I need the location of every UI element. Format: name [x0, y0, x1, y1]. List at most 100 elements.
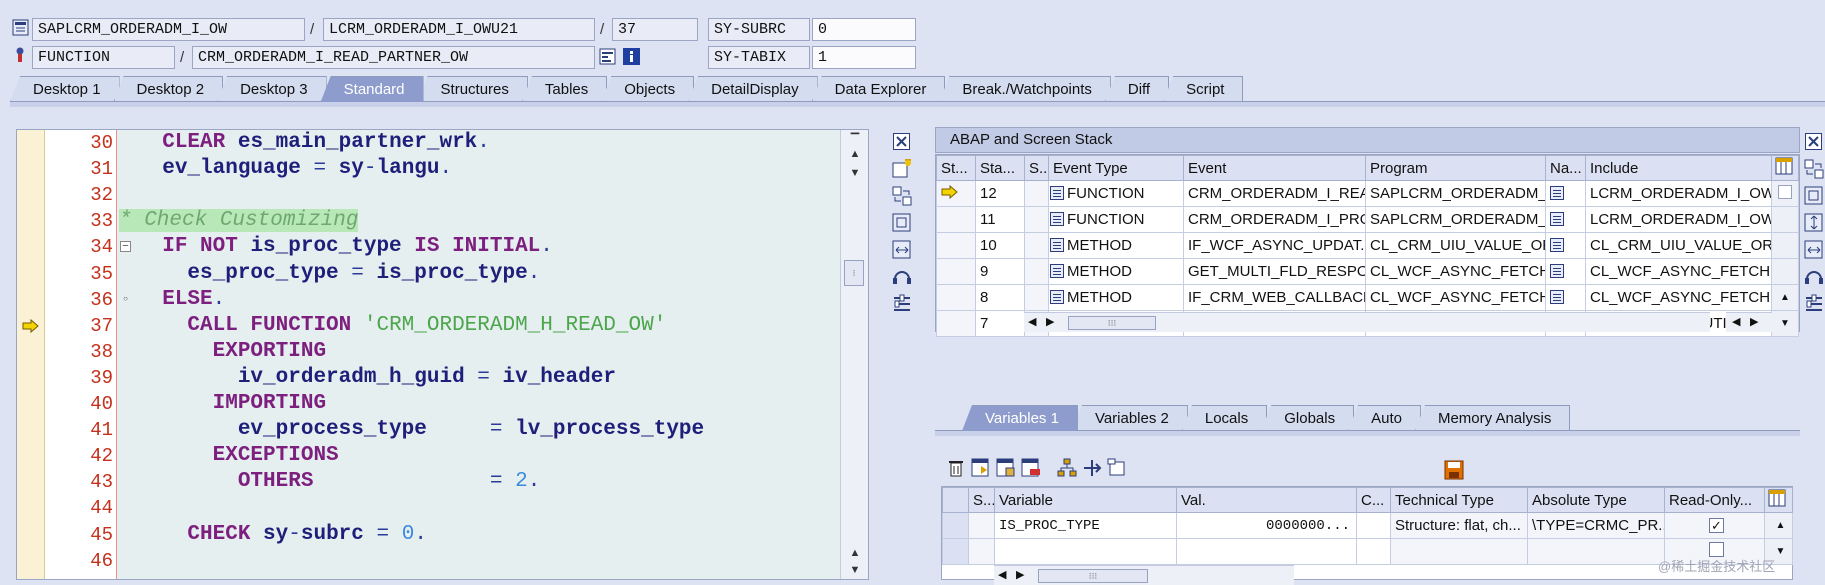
stack-table[interactable]: St... Sta... S... Event Type Event Progr…	[935, 154, 1800, 337]
table-row[interactable]: 12 FUNCTION CRM_ORDERADM_I_REA... SAPLCRM_O…	[936, 180, 1799, 207]
navigate-cell[interactable]	[1545, 206, 1586, 233]
close-icon[interactable]	[1802, 130, 1825, 154]
tab-locals[interactable]: Locals	[1181, 405, 1268, 431]
table-row[interactable]: IS_PROC_TYPE 0000000... Structure: flat,…	[942, 512, 1793, 539]
stack-level-cell[interactable]: 9	[975, 258, 1025, 285]
scroll-up-icon[interactable]: ▲	[1764, 512, 1793, 539]
column-header[interactable]: St...	[936, 155, 976, 181]
navigate-icon[interactable]	[1082, 458, 1102, 482]
stack-horizontal-scrollbar[interactable]: ◀ ▶ ⁝⁝⁝	[1024, 312, 1710, 332]
scroll-right-icon[interactable]: ▶	[1046, 315, 1054, 328]
scroll-down-icon[interactable]: ▼	[841, 165, 868, 181]
include-cell[interactable]: CL_WCF_ASYNC_FETCH...	[1585, 284, 1772, 311]
include-field[interactable]: LCRM_ORDERADM_I_OWU21	[323, 18, 595, 41]
tab-breakpoints[interactable]: Break./Watchpoints	[939, 76, 1111, 102]
resize-icon[interactable]	[1802, 238, 1825, 262]
fold-marker-icon[interactable]: ○	[120, 294, 131, 305]
maximize-icon[interactable]	[1802, 184, 1825, 208]
variable-name-cell[interactable]: IS_PROC_TYPE	[994, 512, 1177, 539]
table-row[interactable]: 11 FUNCTION CRM_ORDERADM_I_PRO... SAPLCRM_O…	[936, 206, 1799, 233]
scroll-cell[interactable]	[1771, 232, 1799, 259]
navigate-cell[interactable]	[1545, 258, 1586, 285]
navigate-icon[interactable]	[1550, 290, 1564, 304]
tab-desktop-1[interactable]: Desktop 1	[10, 76, 120, 102]
code-line[interactable]: 46	[17, 548, 840, 574]
include-cell[interactable]: LCRM_ORDERADM_I_OW...	[1585, 206, 1772, 233]
display-code-icon[interactable]	[599, 48, 617, 66]
new-tool-icon[interactable]	[890, 157, 914, 181]
scroll-cell[interactable]	[1771, 258, 1799, 285]
tab-auto[interactable]: Auto	[1348, 405, 1421, 431]
column-header[interactable]: Technical Type	[1390, 487, 1528, 513]
code-line[interactable]: −34 IF NOT is_proc_type IS INITIAL.	[17, 234, 840, 260]
settings-icon[interactable]	[890, 292, 914, 316]
scroll-thumb[interactable]: ⁝⁝⁝	[1038, 569, 1148, 583]
event-cell[interactable]: IF_CRM_WEB_CALLBACK...	[1183, 284, 1366, 311]
scroll-down-icon[interactable]: ▼	[1771, 310, 1799, 337]
scroll-left-icon[interactable]: ◀	[1028, 315, 1036, 328]
save-icon[interactable]	[1444, 460, 1464, 484]
code-line[interactable]: 45 CHECK sy-subrc = 0.	[17, 522, 840, 548]
code-line[interactable]: 42 EXCEPTIONS	[17, 443, 840, 469]
code-line[interactable]: 39 iv_orderadm_h_guid = iv_header	[17, 365, 840, 391]
event-type-field[interactable]: FUNCTION	[32, 46, 175, 69]
code-line[interactable]: 37 CALL FUNCTION 'CRM_ORDERADM_H_READ_OW…	[17, 313, 840, 339]
row-selector[interactable]	[942, 538, 969, 565]
program-cell[interactable]: CL_WCF_ASYNC_FETCH...	[1365, 258, 1546, 285]
event-type-cell[interactable]: METHOD	[1048, 284, 1184, 311]
tab-desktop-3[interactable]: Desktop 3	[217, 76, 327, 102]
variable-value-cell[interactable]	[1176, 538, 1357, 565]
source-code-editor[interactable]: 30 CLEAR es_main_partner_wrk. 31 ev_langu…	[16, 129, 869, 580]
event-cell[interactable]: GET_MULTI_FLD_RESPO...	[1183, 258, 1366, 285]
close-icon[interactable]	[890, 130, 914, 154]
scroll-up-icon[interactable]: ▲	[841, 146, 868, 162]
code-line[interactable]: 44	[17, 495, 840, 521]
import-icon[interactable]	[971, 458, 991, 482]
column-header[interactable]: Variable	[994, 487, 1177, 513]
navigate-icon[interactable]	[1550, 186, 1564, 200]
sy-subrc-value[interactable]: 0	[812, 18, 916, 41]
program-cell[interactable]: CL_CRM_UIU_VALUE_OR...	[1365, 232, 1546, 259]
editor-vertical-scrollbar[interactable]: ▔ ▲ ▼ ⁝ ▲ ▼	[840, 130, 868, 579]
delete-icon[interactable]	[946, 458, 966, 482]
scroll-right-icon[interactable]: ▶	[1750, 315, 1758, 328]
navigate-cell[interactable]	[1545, 232, 1586, 259]
event-type-cell[interactable]: FUNCTION	[1048, 180, 1184, 207]
collapse-block-icon[interactable]: −	[120, 241, 131, 253]
navigate-cell[interactable]	[1545, 180, 1586, 207]
column-header[interactable]: Program	[1365, 155, 1546, 181]
column-header[interactable]: C...	[1356, 487, 1391, 513]
tab-diff[interactable]: Diff	[1104, 76, 1170, 102]
include-cell[interactable]: CL_WCF_ASYNC_FETCH...	[1585, 258, 1772, 285]
tab-script[interactable]: Script	[1163, 76, 1244, 102]
tab-variables-1[interactable]: Variables 1	[962, 405, 1078, 431]
code-line[interactable]: ○ 36 ELSE.	[17, 287, 840, 313]
sy-tabix-value[interactable]: 1	[812, 46, 916, 69]
table-row[interactable]: 10 METHOD IF_WCF_ASYNC_UPDAT... CL_CRM_UIU_…	[936, 232, 1799, 259]
include-cell[interactable]: CL_CRM_UIU_VALUE_OR...	[1585, 232, 1772, 259]
stack-level-cell[interactable]: 11	[975, 206, 1025, 233]
column-header[interactable]: Val.	[1176, 487, 1357, 513]
variable-value-cell[interactable]: 0000000...	[1176, 512, 1357, 539]
code-line[interactable]: 30 CLEAR es_main_partner_wrk.	[17, 130, 840, 156]
program-cell[interactable]: CL_WCF_ASYNC_FETCH...	[1365, 284, 1546, 311]
swap-tool-icon[interactable]	[1802, 157, 1825, 181]
column-header[interactable]: S...	[968, 487, 995, 513]
code-line[interactable]: 35 es_proc_type = is_proc_type.	[17, 261, 840, 287]
info-icon[interactable]	[623, 48, 641, 66]
event-type-cell[interactable]: FUNCTION	[1048, 206, 1184, 233]
scroll-left-icon[interactable]: ◀	[998, 568, 1006, 581]
maximize-icon[interactable]	[890, 211, 914, 235]
table-row[interactable]: 8METHODIF_CRM_WEB_CALLBACK...CL_WCF_ASYN…	[936, 284, 1799, 311]
tab-globals[interactable]: Globals	[1261, 405, 1355, 431]
event-name-field[interactable]: CRM_ORDERADM_I_READ_PARTNER_OW	[192, 46, 595, 69]
tab-standard[interactable]: Standard	[320, 76, 424, 102]
variable-name-cell[interactable]	[994, 538, 1177, 565]
table-row[interactable]: 9 METHOD GET_MULTI_FLD_RESPO... CL_WCF_ASYN…	[936, 258, 1799, 285]
tab-memory-analysis[interactable]: Memory Analysis	[1414, 405, 1571, 431]
scroll-thumb[interactable]	[1771, 180, 1799, 207]
code-line[interactable]: 40 IMPORTING	[17, 391, 840, 417]
event-type-cell[interactable]: METHOD	[1048, 258, 1184, 285]
tab-detaildisplay[interactable]: DetailDisplay	[688, 76, 818, 102]
navigate-icon[interactable]	[1550, 264, 1564, 278]
